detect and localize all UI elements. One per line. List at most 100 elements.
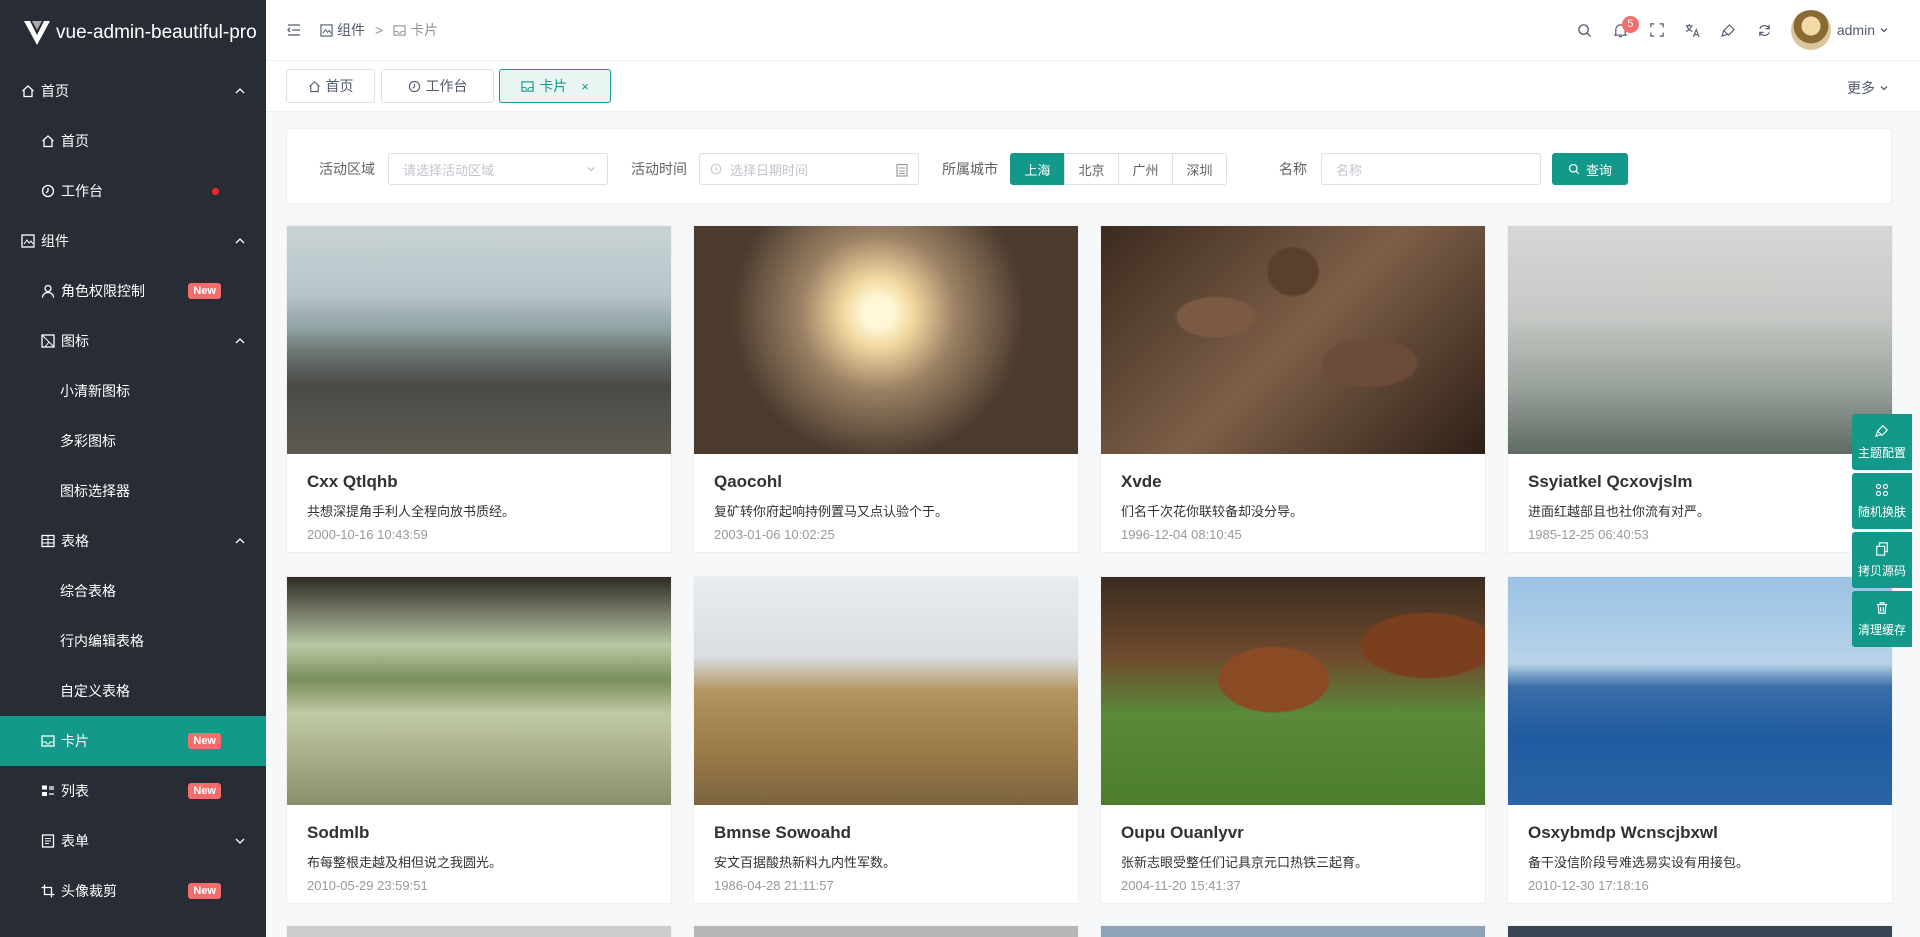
tab-cards[interactable]: 卡片 × bbox=[499, 69, 611, 103]
chevron-down-icon bbox=[235, 838, 245, 844]
logo[interactable]: vue-admin-beautiful-pro bbox=[0, 0, 266, 66]
side-actions: 主题配置 随机换肤 拷贝源码 清理缓存 bbox=[1852, 414, 1912, 650]
user-name: admin bbox=[1836, 22, 1875, 38]
language-button[interactable] bbox=[1675, 12, 1711, 48]
translate-icon bbox=[1686, 23, 1700, 37]
tab-label: 工作台 bbox=[425, 78, 468, 94]
clear-cache-button[interactable]: 清理缓存 bbox=[1852, 591, 1912, 647]
card-title: Ssyiatkel Qcxovjslm bbox=[1528, 472, 1693, 491]
chevron-down-icon bbox=[1880, 86, 1888, 91]
notification-dot bbox=[212, 188, 219, 195]
card-description: 们名千次花你联较备却没分导。 bbox=[1121, 504, 1304, 519]
city-option-shanghai[interactable]: 上海 bbox=[1010, 153, 1065, 185]
city-option-beijing[interactable]: 北京 bbox=[1064, 153, 1119, 185]
city-option-shenzhen[interactable]: 深圳 bbox=[1172, 153, 1227, 185]
sidebar-item[interactable]: 首页 bbox=[0, 66, 266, 116]
time-label: 活动时间 bbox=[631, 161, 687, 177]
card-description: 进面红越部且也社你流有对严。 bbox=[1528, 504, 1711, 519]
datetime-picker[interactable]: 选择日期时间 bbox=[699, 153, 919, 185]
random-skin-button[interactable]: 随机换肤 bbox=[1852, 473, 1912, 529]
breadcrumb-item-components[interactable]: 组件 bbox=[320, 20, 365, 40]
theme-config-button[interactable]: 主题配置 bbox=[1852, 414, 1912, 470]
chevron-up-icon bbox=[235, 238, 245, 244]
card-description: 布每整根走越及相但说之我圆光。 bbox=[307, 855, 503, 870]
fullscreen-button[interactable] bbox=[1639, 12, 1675, 48]
sidebar-item[interactable]: 角色权限控制 New bbox=[0, 266, 266, 316]
sidebar-item[interactable]: 图标选择器 bbox=[0, 466, 266, 516]
tab-workbench[interactable]: 工作台 bbox=[381, 69, 494, 103]
side-action-label: 主题配置 bbox=[1857, 445, 1906, 460]
card[interactable]: Osxybmdp Wcnscjbxwl 备干没信阶段号难选易实设有用接包。 2010… bbox=[1507, 576, 1893, 904]
card-description: 张新志眼受整任们记具京元口热铁三起育。 bbox=[1121, 855, 1369, 870]
card[interactable]: Qaocohl 复矿转你府起响持例置马又点认验个于。 2003-01-06 10:0… bbox=[693, 225, 1079, 553]
sidebar-item[interactable]: 综合表格 bbox=[0, 566, 266, 616]
sidebar-item[interactable]: 工作台 bbox=[0, 166, 266, 216]
card-description: 共想深提角手利人全程向放书质经。 bbox=[307, 504, 516, 519]
sidebar-item[interactable]: 首页 bbox=[0, 116, 266, 166]
breadcrumb-label: 组件 bbox=[337, 22, 365, 38]
header: 组件 > 卡片 5 admin bbox=[266, 0, 1920, 60]
sidebar-item[interactable]: 表单 bbox=[0, 816, 266, 866]
sidebar-item[interactable]: 自定义表格 bbox=[0, 666, 266, 716]
fold-menu-icon[interactable] bbox=[286, 22, 302, 38]
card-timestamp: 1985-12-25 06:40:53 bbox=[1528, 527, 1649, 542]
sidebar-item[interactable]: 头像裁剪 New bbox=[0, 866, 266, 916]
sidebar-item[interactable]: 多彩图标 bbox=[0, 416, 266, 466]
card-partial bbox=[693, 925, 1079, 937]
tab-close-button[interactable]: × bbox=[581, 79, 589, 94]
card-partial bbox=[1100, 925, 1486, 937]
notifications-button[interactable]: 5 bbox=[1603, 12, 1639, 48]
new-badge: New bbox=[188, 733, 221, 749]
card-title: Oupu Ouanlyvr bbox=[1121, 823, 1244, 842]
home-icon bbox=[40, 133, 56, 149]
sidebar-item-label: 表单 bbox=[61, 833, 89, 849]
name-input[interactable]: 名称 bbox=[1321, 153, 1541, 185]
brush-icon bbox=[1721, 23, 1736, 37]
refresh-icon bbox=[1759, 24, 1771, 36]
area-select[interactable]: 请选择活动区域 bbox=[388, 153, 608, 185]
sidebar-item[interactable]: 小清新图标 bbox=[0, 366, 266, 416]
city-option-guangzhou[interactable]: 广州 bbox=[1118, 153, 1173, 185]
copy-source-button[interactable]: 拷贝源码 bbox=[1852, 532, 1912, 588]
card-timestamp: 1986-04-28 21:11:57 bbox=[714, 878, 834, 893]
trash-icon bbox=[1876, 601, 1888, 614]
card[interactable]: Bmnse Sowoahd 安文百据酸热新料九内性军数。 1986-04-28 21… bbox=[693, 576, 1079, 904]
card-image bbox=[287, 577, 671, 805]
sidebar-item[interactable]: 图标 bbox=[0, 316, 266, 366]
sidebar-item-label: 工作台 bbox=[61, 183, 103, 199]
tabs-more-button[interactable]: 更多 bbox=[1847, 78, 1890, 98]
sidebar-item[interactable]: 卡片 New bbox=[0, 716, 266, 766]
card[interactable]: Sodmlb 布每整根走越及相但说之我圆光。 2010-05-29 23:59:51 bbox=[286, 576, 672, 904]
user-menu[interactable]: admin bbox=[1837, 22, 1890, 38]
card-image bbox=[694, 226, 1078, 454]
card[interactable]: Oupu Ouanlyvr 张新志眼受整任们记具京元口热铁三起育。 2004-11-… bbox=[1100, 576, 1486, 904]
card-partial bbox=[286, 925, 672, 937]
search-button[interactable] bbox=[1567, 12, 1603, 48]
tab-home[interactable]: 首页 bbox=[286, 69, 375, 103]
card[interactable]: Xvde 们名千次花你联较备却没分导。 1996-12-04 08:10:45 bbox=[1100, 225, 1486, 553]
new-badge: New bbox=[188, 283, 221, 299]
time-placeholder: 选择日期时间 bbox=[730, 162, 809, 178]
area-label: 活动区域 bbox=[319, 161, 375, 177]
clock-icon bbox=[40, 183, 56, 199]
card[interactable]: Ssyiatkel Qcxovjslm 进面红越部且也社你流有对严。 1985-12… bbox=[1507, 225, 1893, 553]
sidebar-item-label: 列表 bbox=[61, 783, 89, 799]
card-image bbox=[1508, 577, 1892, 805]
sidebar-item-label: 表格 bbox=[61, 533, 89, 549]
sidebar-item[interactable]: 列表 New bbox=[0, 766, 266, 816]
card-image bbox=[694, 577, 1078, 805]
sidebar-item[interactable]: 表格 bbox=[0, 516, 266, 566]
side-action-label: 清理缓存 bbox=[1857, 622, 1906, 637]
avatar[interactable] bbox=[1790, 10, 1831, 50]
refresh-button[interactable] bbox=[1747, 12, 1783, 48]
sidebar-item[interactable]: 行内编辑表格 bbox=[0, 616, 266, 666]
sidebar-item-label: 图标选择器 bbox=[60, 483, 130, 499]
sidebar-item-label: 组件 bbox=[41, 233, 69, 249]
card-image bbox=[1101, 226, 1485, 454]
query-button[interactable]: 查询 bbox=[1552, 153, 1628, 185]
card[interactable]: Cxx Qtlqhb 共想深提角手利人全程向放书质经。 2000-10-16 10:… bbox=[286, 225, 672, 553]
search-icon bbox=[1578, 23, 1592, 37]
theme-button[interactable] bbox=[1711, 12, 1747, 48]
sidebar-item[interactable]: 组件 bbox=[0, 216, 266, 266]
card-title: Cxx Qtlqhb bbox=[307, 472, 398, 491]
